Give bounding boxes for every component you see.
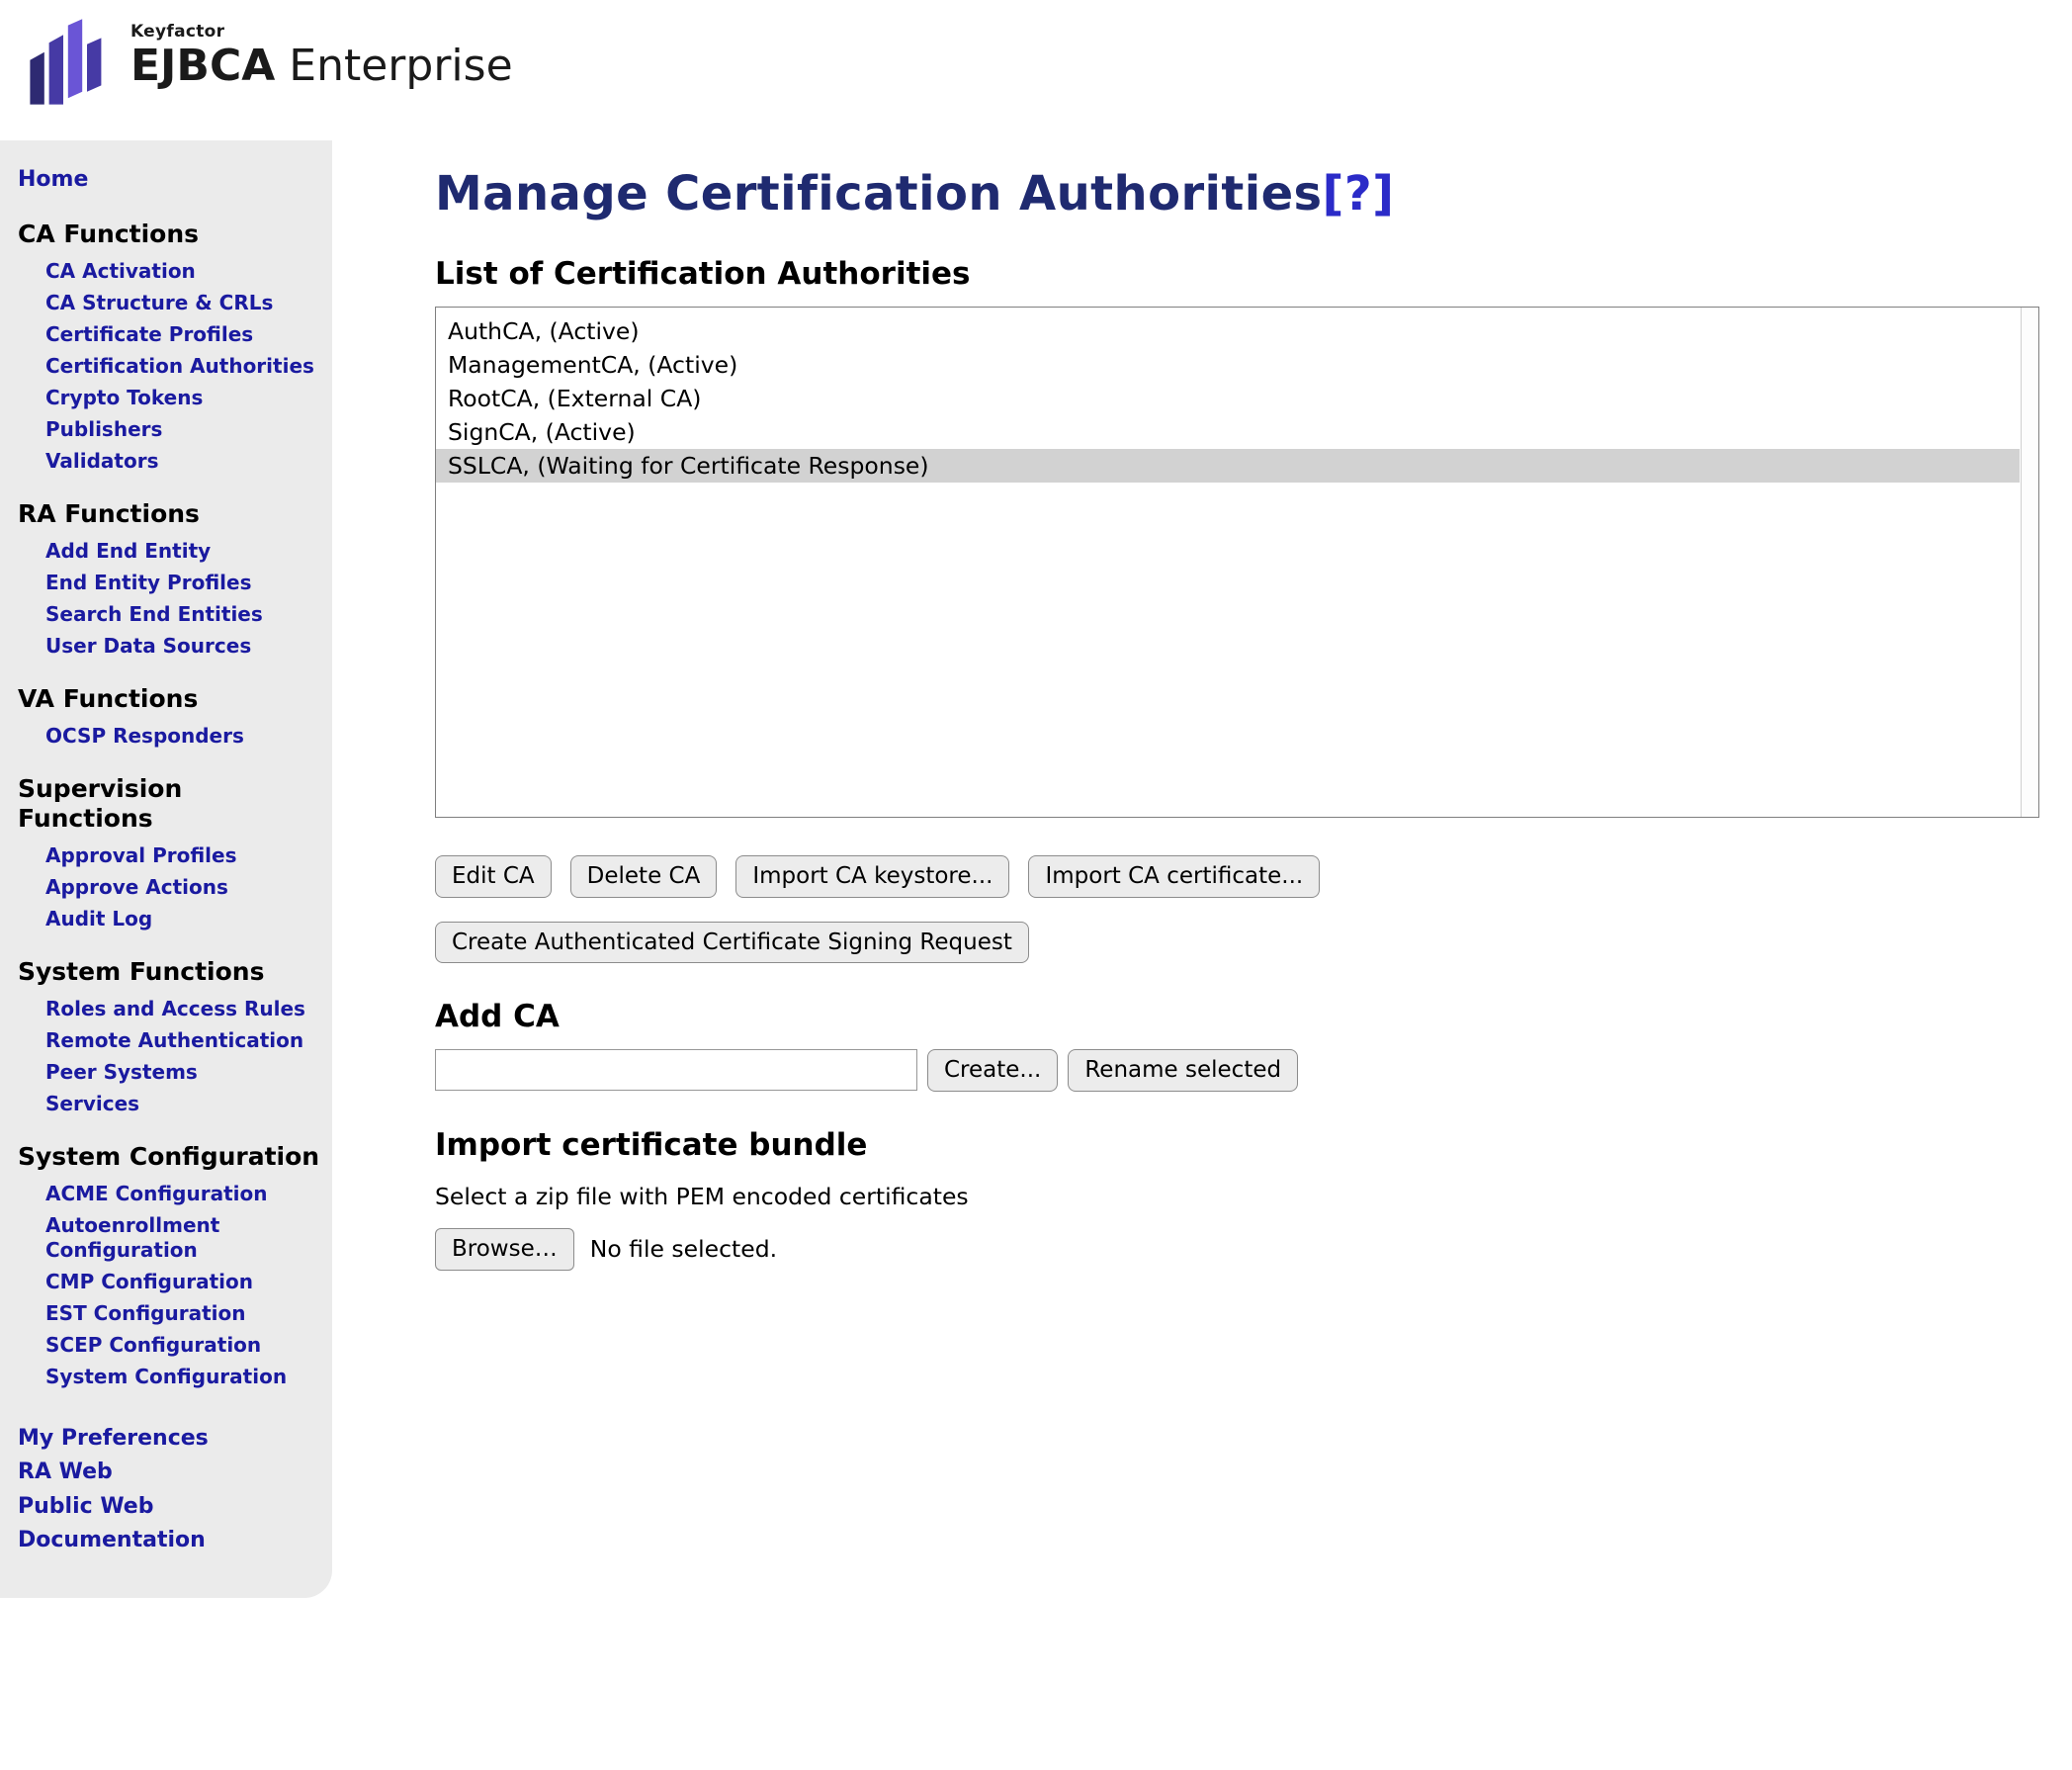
sidebar-item-add-end-entity[interactable]: Add End Entity: [45, 539, 322, 564]
sidebar-section-system-functions: System Functions Roles and Access Rules …: [18, 957, 322, 1116]
page-title-text: Manage Certification Authorities: [435, 166, 1323, 221]
sidebar-item-home[interactable]: Home: [18, 166, 322, 194]
ca-list-item-authca[interactable]: AuthCA, (Active): [436, 314, 2020, 348]
sidebar-item-ocsp-responders[interactable]: OCSP Responders: [45, 724, 322, 749]
brand-ejbca-enterprise: EJBCA Enterprise: [130, 41, 513, 91]
file-status-text: No file selected.: [590, 1235, 777, 1263]
sidebar-item-remote-authentication[interactable]: Remote Authentication: [45, 1028, 322, 1053]
sidebar-item-my-preferences[interactable]: My Preferences: [18, 1425, 322, 1453]
import-bundle-heading: Import certificate bundle: [435, 1127, 2039, 1163]
sidebar-item-cmp-configuration[interactable]: CMP Configuration: [45, 1270, 322, 1294]
sidebar-section-va-functions: VA Functions OCSP Responders: [18, 684, 322, 749]
browse-button[interactable]: Browse…: [435, 1228, 574, 1271]
sidebar-item-ca-activation[interactable]: CA Activation: [45, 259, 322, 284]
sidebar-item-publishers[interactable]: Publishers: [45, 417, 322, 442]
add-ca-row: Create... Rename selected: [435, 1049, 2039, 1092]
ca-list-item-managementca[interactable]: ManagementCA, (Active): [436, 348, 2020, 382]
create-csr-button[interactable]: Create Authenticated Certificate Signing…: [435, 922, 1029, 964]
sidebar-item-scep-configuration[interactable]: SCEP Configuration: [45, 1333, 322, 1358]
sidebar-section-title-system-configuration: System Configuration: [18, 1142, 322, 1172]
file-upload-row: Browse… No file selected.: [435, 1228, 2039, 1271]
ca-list-item-sslca[interactable]: SSLCA, (Waiting for Certificate Response…: [436, 449, 2020, 483]
keyfactor-logo-icon: [24, 16, 111, 111]
ca-action-buttons: Edit CA Delete CA Import CA keystore... …: [435, 855, 2039, 898]
sidebar-item-roles-and-access-rules[interactable]: Roles and Access Rules: [45, 997, 322, 1021]
ca-list-item-signca[interactable]: SignCA, (Active): [436, 415, 2020, 449]
sidebar-item-system-configuration[interactable]: System Configuration: [45, 1365, 322, 1389]
sidebar-item-peer-systems[interactable]: Peer Systems: [45, 1060, 322, 1085]
ca-list-heading: List of Certification Authorities: [435, 256, 2039, 292]
sidebar: Home CA Functions CA Activation CA Struc…: [0, 140, 332, 1598]
sidebar-item-public-web[interactable]: Public Web: [18, 1493, 322, 1521]
logo-text: Keyfactor EJBCA Enterprise: [130, 16, 513, 89]
main-content: Manage Certification Authorities[?] List…: [332, 140, 2072, 1330]
sidebar-item-ca-structure-crls[interactable]: CA Structure & CRLs: [45, 291, 322, 315]
delete-ca-button[interactable]: Delete CA: [570, 855, 718, 898]
sidebar-item-acme-configuration[interactable]: ACME Configuration: [45, 1182, 322, 1206]
sidebar-item-certification-authorities[interactable]: Certification Authorities: [45, 354, 322, 379]
brand-suffix: Enterprise: [275, 41, 512, 91]
import-ca-keystore-button[interactable]: Import CA keystore...: [735, 855, 1009, 898]
sidebar-section-title-supervision-functions: Supervision Functions: [18, 774, 322, 834]
csr-button-row: Create Authenticated Certificate Signing…: [435, 922, 2039, 964]
ca-list-item-rootca[interactable]: RootCA, (External CA): [436, 382, 2020, 415]
sidebar-item-approve-actions[interactable]: Approve Actions: [45, 875, 322, 900]
sidebar-section-title-va-functions: VA Functions: [18, 684, 322, 714]
brand-keyfactor: Keyfactor: [130, 22, 513, 42]
sidebar-footer-links: My Preferences RA Web Public Web Documen…: [18, 1425, 322, 1554]
import-ca-certificate-button[interactable]: Import CA certificate...: [1028, 855, 1320, 898]
ca-listbox: AuthCA, (Active) ManagementCA, (Active) …: [435, 307, 2039, 818]
edit-ca-button[interactable]: Edit CA: [435, 855, 552, 898]
sidebar-item-user-data-sources[interactable]: User Data Sources: [45, 634, 322, 659]
sidebar-section-title-ra-functions: RA Functions: [18, 499, 322, 529]
sidebar-item-crypto-tokens[interactable]: Crypto Tokens: [45, 386, 322, 410]
sidebar-item-autoenrollment-configuration[interactable]: Autoenrollment Configuration: [45, 1213, 322, 1263]
sidebar-item-documentation[interactable]: Documentation: [18, 1527, 322, 1554]
listbox-scrollbar[interactable]: [2021, 308, 2038, 817]
sidebar-section-ca-functions: CA Functions CA Activation CA Structure …: [18, 220, 322, 474]
sidebar-item-certificate-profiles[interactable]: Certificate Profiles: [45, 322, 322, 347]
page: Keyfactor EJBCA Enterprise Home CA Funct…: [0, 0, 2072, 1770]
sidebar-item-services[interactable]: Services: [45, 1092, 322, 1116]
brand-main: EJBCA: [130, 41, 275, 91]
add-ca-name-input[interactable]: [435, 1049, 917, 1091]
sidebar-item-search-end-entities[interactable]: Search End Entities: [45, 602, 322, 627]
help-link[interactable]: [?]: [1323, 166, 1395, 221]
sidebar-section-title-ca-functions: CA Functions: [18, 220, 322, 249]
create-ca-button[interactable]: Create...: [927, 1049, 1058, 1092]
sidebar-item-approval-profiles[interactable]: Approval Profiles: [45, 843, 322, 868]
page-title: Manage Certification Authorities[?]: [435, 168, 2039, 221]
sidebar-section-supervision-functions: Supervision Functions Approval Profiles …: [18, 774, 322, 931]
add-ca-heading: Add CA: [435, 999, 2039, 1034]
sidebar-section-title-system-functions: System Functions: [18, 957, 322, 987]
sidebar-item-ra-web[interactable]: RA Web: [18, 1459, 322, 1486]
import-bundle-description: Select a zip file with PEM encoded certi…: [435, 1183, 2039, 1210]
rename-selected-button[interactable]: Rename selected: [1068, 1049, 1298, 1092]
sidebar-item-end-entity-profiles[interactable]: End Entity Profiles: [45, 571, 322, 595]
sidebar-section-ra-functions: RA Functions Add End Entity End Entity P…: [18, 499, 322, 659]
sidebar-section-system-configuration: System Configuration ACME Configuration …: [18, 1142, 322, 1389]
sidebar-item-est-configuration[interactable]: EST Configuration: [45, 1301, 322, 1326]
sidebar-item-audit-log[interactable]: Audit Log: [45, 907, 322, 931]
logo-header: Keyfactor EJBCA Enterprise: [0, 0, 2072, 140]
sidebar-item-validators[interactable]: Validators: [45, 449, 322, 474]
